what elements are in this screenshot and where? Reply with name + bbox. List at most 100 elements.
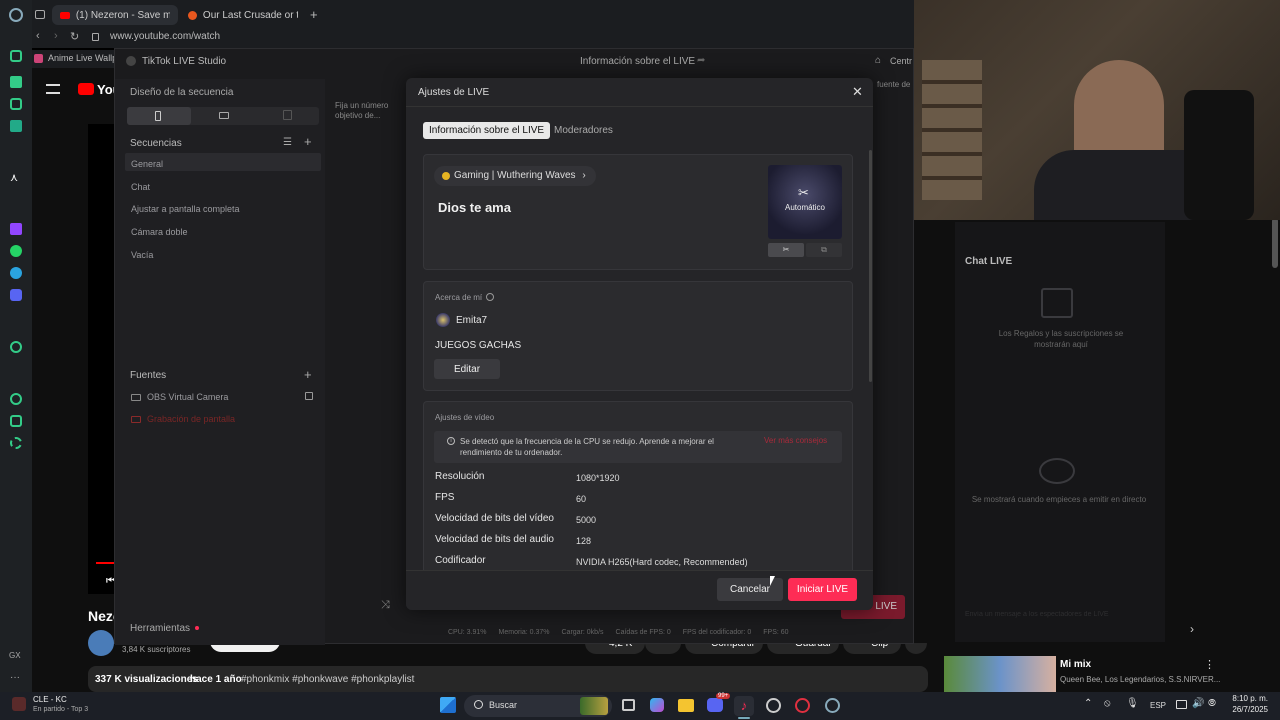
studio-header-center[interactable]: Información sobre el LIVE: [580, 56, 695, 67]
thumbnail-upload-button[interactable]: ⧉: [806, 243, 842, 257]
dialog-title: Ajustes de LIVE: [418, 87, 490, 98]
studio-header-right[interactable]: Centr: [890, 56, 912, 66]
monitor-icon[interactable]: [1176, 700, 1187, 709]
tab-crusade[interactable]: Our Last Crusade or the R: [180, 5, 306, 25]
video-player[interactable]: [88, 124, 116, 594]
dialog-scrollbar[interactable]: [869, 150, 872, 382]
clock-time[interactable]: 8:10 p. m.: [1228, 694, 1268, 703]
add-source-icon[interactable]: +: [304, 367, 312, 382]
tray-chevron-icon[interactable]: ⌃: [1084, 698, 1092, 709]
reload-icon[interactable]: ↻: [70, 30, 79, 43]
active-indicator: [738, 717, 750, 719]
bookmark-label[interactable]: Anime Live Wallp: [48, 53, 117, 63]
setting-value[interactable]: 60: [576, 494, 586, 504]
file-explorer-icon[interactable]: [678, 699, 694, 712]
twitch-icon[interactable]: [10, 223, 22, 235]
forward-icon[interactable]: ›: [54, 30, 58, 42]
go-live-label: LIVE: [875, 601, 897, 612]
tab-youtube[interactable]: (1) Nezeron - Save me - Y: [52, 5, 178, 25]
close-icon[interactable]: ✕: [852, 84, 863, 100]
copilot-icon[interactable]: [650, 698, 664, 712]
media-player-icon[interactable]: [825, 698, 840, 713]
horizontal-layout-icon[interactable]: [219, 112, 229, 119]
source-screen-capture[interactable]: Grabación de pantalla: [147, 414, 235, 424]
volume-icon[interactable]: 🔊: [1192, 698, 1204, 709]
sequence-item-dual-camera[interactable]: Cámara doble: [131, 227, 188, 237]
lock-icon[interactable]: [305, 392, 313, 400]
extensions-icon[interactable]: [10, 415, 22, 427]
player-icon[interactable]: [10, 341, 22, 353]
tab-live-info[interactable]: Información sobre el LIVE: [423, 122, 551, 139]
menu-icon[interactable]: [46, 84, 60, 94]
home-icon[interactable]: ⌂: [875, 55, 881, 66]
opera-gx-icon[interactable]: [795, 698, 810, 713]
sequence-item-empty[interactable]: Vacía: [131, 250, 153, 260]
share-icon[interactable]: ➦: [697, 55, 705, 66]
setting-value[interactable]: 1080*1920: [576, 473, 620, 483]
hashtags[interactable]: #phonkmix #phonkwave #phonkplaylist: [241, 674, 414, 685]
chart-icon[interactable]: [10, 76, 22, 88]
network-off-icon[interactable]: ⦸: [1104, 698, 1111, 709]
thumbnail-auto-button[interactable]: ✂: [768, 243, 804, 257]
tiktok-taskbar-icon[interactable]: ♪: [734, 696, 754, 716]
m-icon[interactable]: [10, 120, 22, 132]
new-tab-icon[interactable]: +: [310, 7, 318, 22]
live-title[interactable]: Dios te ama: [438, 200, 511, 215]
crypto-icon[interactable]: [10, 98, 22, 110]
microphone-icon[interactable]: 🎙: [1126, 698, 1139, 709]
studio-sidebar: Diseño de la secuencia Secuencias ☰ + Ge…: [115, 79, 325, 645]
setting-value[interactable]: 128: [576, 536, 591, 546]
more-icon[interactable]: ···: [10, 672, 20, 683]
sequence-item-chat[interactable]: Chat: [131, 182, 150, 192]
steam-icon[interactable]: [766, 698, 781, 713]
wifi-icon[interactable]: ⦾: [1208, 698, 1216, 709]
telegram-icon[interactable]: [10, 267, 22, 279]
progress-bar[interactable]: [96, 562, 116, 564]
discord-icon[interactable]: [10, 289, 22, 301]
thumbnail[interactable]: ✂ Automático: [768, 165, 842, 239]
language-indicator[interactable]: ESP: [1150, 701, 1166, 710]
channel-avatar[interactable]: [88, 630, 114, 656]
mix-title[interactable]: Mi mix: [1060, 659, 1091, 670]
weather-icon[interactable]: [12, 697, 26, 711]
arrow-icon[interactable]: ⋏: [10, 171, 22, 184]
stat-cpu: CPU: 3.91%: [448, 629, 487, 636]
gx-icon[interactable]: GX: [9, 651, 21, 660]
chat-input[interactable]: Envía un mensaje a los espectadores de L…: [965, 611, 1135, 618]
back-icon[interactable]: ‹: [36, 30, 40, 42]
clock-date[interactable]: 26/7/2025: [1224, 705, 1268, 714]
sequence-item-fullscreen[interactable]: Ajustar a pantalla completa: [131, 204, 240, 214]
weather-title[interactable]: CLE - KC: [33, 695, 67, 704]
category-chip[interactable]: Gaming | Wuthering Waves ›: [434, 166, 596, 186]
cpu-tips-link[interactable]: Ver más consejos: [764, 436, 827, 445]
discord-taskbar-icon[interactable]: [707, 698, 723, 712]
url-text[interactable]: www.youtube.com/watch: [110, 31, 220, 42]
about-heading: Acerca de mí: [435, 293, 483, 302]
scrollbar[interactable]: [1272, 218, 1278, 268]
add-sequence-icon[interactable]: +: [304, 134, 312, 149]
edit-button[interactable]: Editar: [434, 359, 500, 379]
vertical-layout-icon[interactable]: [127, 107, 191, 125]
ai-icon[interactable]: [10, 50, 22, 62]
setting-value[interactable]: 5000: [576, 515, 596, 525]
source-obs-camera[interactable]: OBS Virtual Camera: [147, 392, 228, 402]
history-icon[interactable]: [10, 393, 22, 405]
window-icon[interactable]: [35, 10, 45, 19]
setting-value[interactable]: NVIDIA H265(Hard codec, Recommended): [576, 557, 748, 567]
settings-icon[interactable]: [10, 437, 22, 449]
whatsapp-icon[interactable]: [10, 245, 22, 257]
task-view-icon[interactable]: [622, 699, 635, 711]
tab-moderators[interactable]: Moderadores: [554, 122, 613, 139]
dialog-header-divider: [406, 106, 873, 107]
magic-icon[interactable]: ⤨: [381, 599, 390, 612]
youtube-logo-icon[interactable]: [78, 83, 94, 95]
opera-logo-icon[interactable]: [9, 8, 23, 22]
start-live-button[interactable]: Iniciar LIVE: [788, 578, 857, 601]
chevron-right-icon[interactable]: ›: [1190, 622, 1194, 636]
mix-thumbnail[interactable]: [944, 656, 1056, 692]
list-icon[interactable]: ☰: [283, 137, 292, 148]
start-icon[interactable]: [440, 697, 456, 713]
tools-heading[interactable]: Herramientas: [130, 623, 190, 634]
info-icon[interactable]: [486, 293, 494, 301]
mix-menu-icon[interactable]: ⋮: [1204, 658, 1215, 671]
